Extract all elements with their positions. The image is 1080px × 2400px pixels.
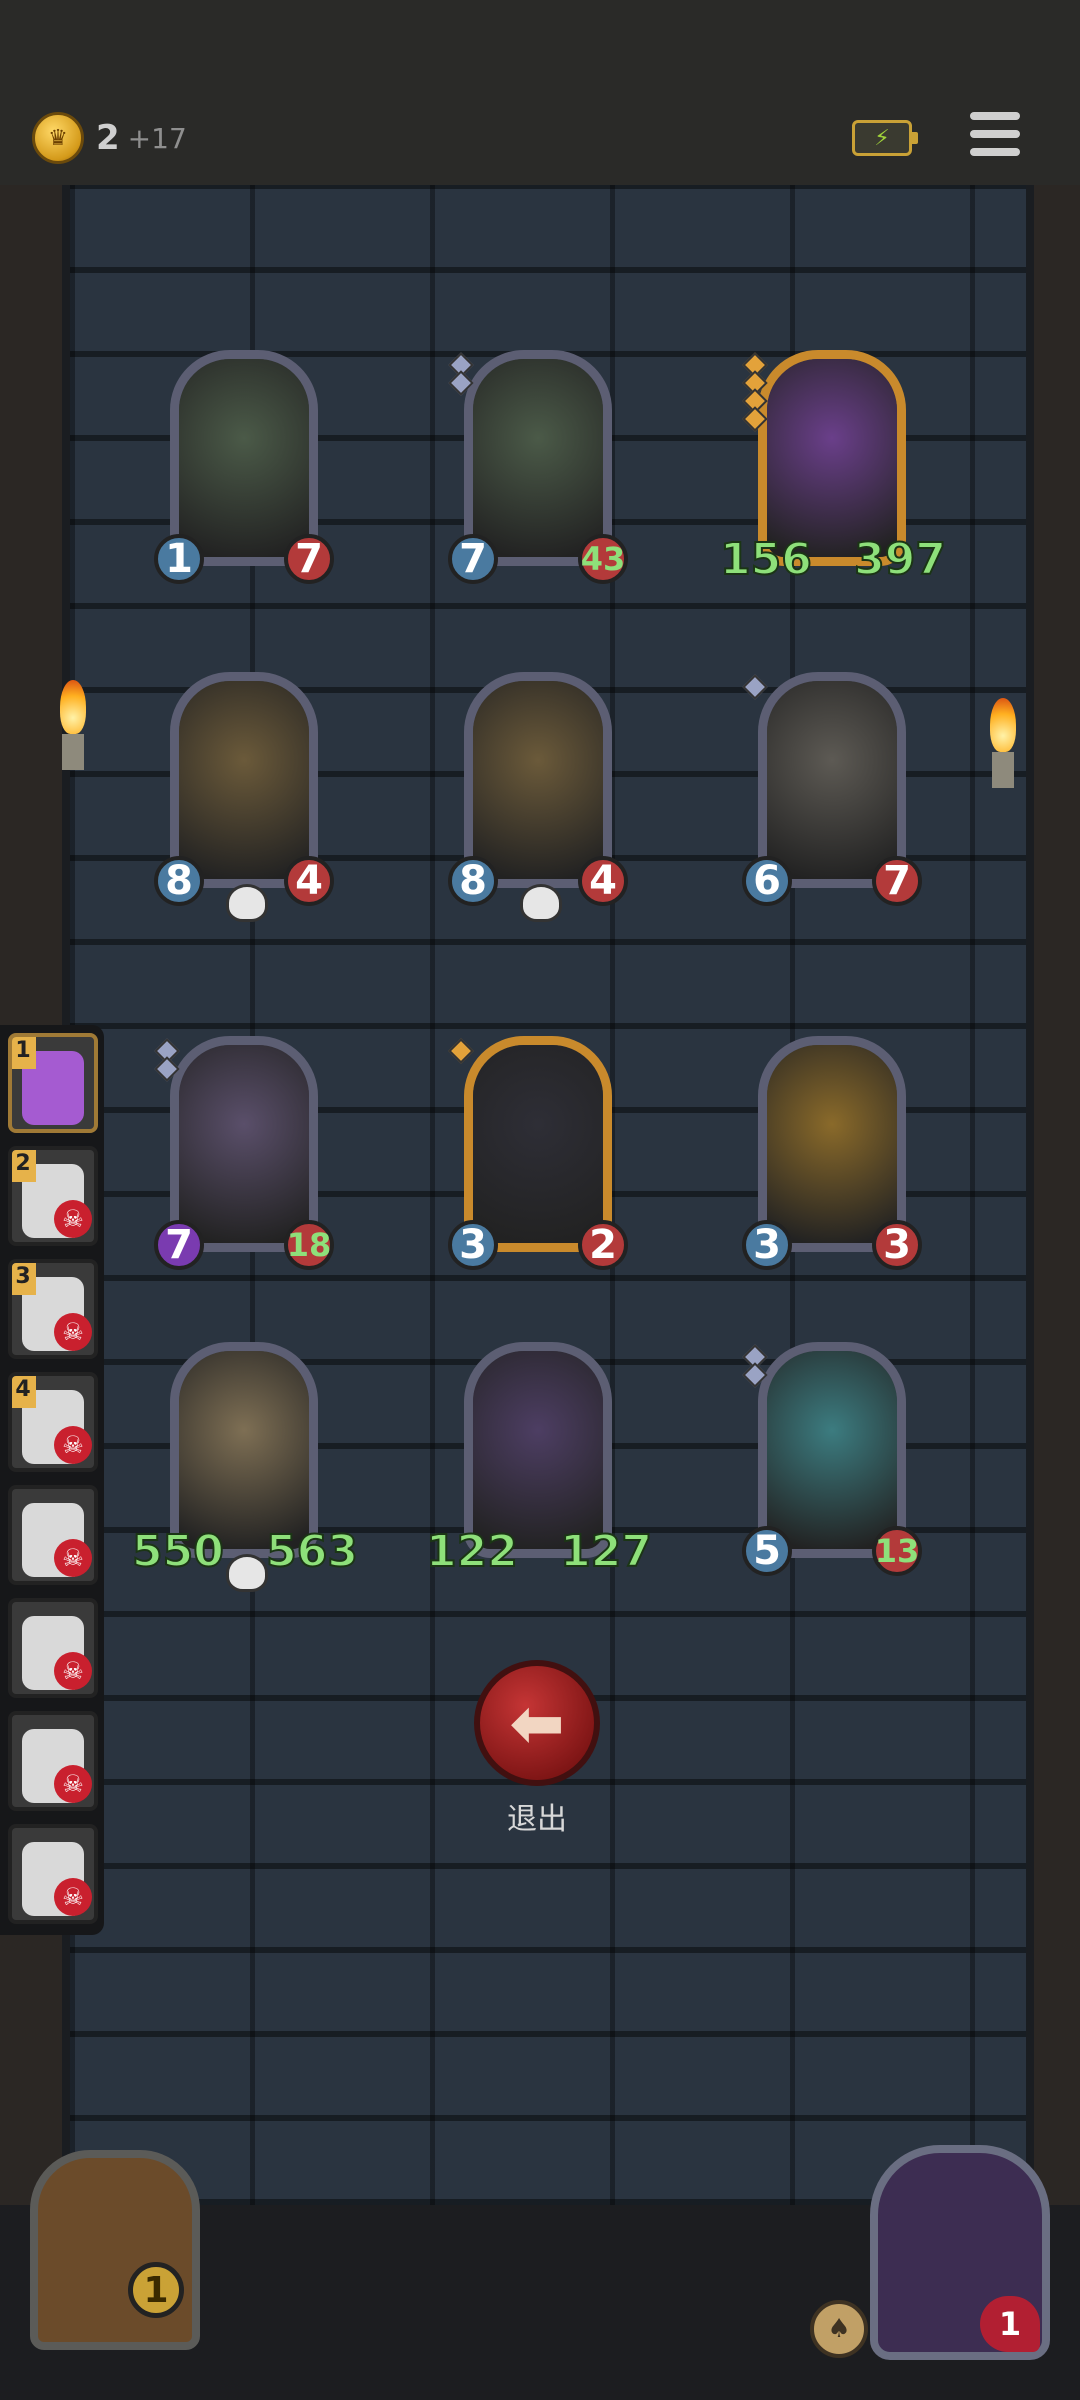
venom-dragon-portrait: [473, 1351, 603, 1549]
health-stat: 7: [872, 856, 922, 906]
hooded-necromancer-portrait: [473, 1045, 603, 1243]
attack-stat: 5: [742, 1526, 792, 1576]
card-frame: [170, 672, 318, 888]
minion-card-bone-dragon[interactable]: 550 563: [131, 1342, 359, 1592]
minion-card-ghost-captain[interactable]: 156 397: [719, 350, 947, 586]
minion-card-hooded-necromancer[interactable]: 32: [448, 1036, 628, 1270]
eliminated-skull-icon: ☠: [54, 1426, 92, 1464]
player-rank-slot[interactable]: ☠: [8, 1711, 98, 1811]
minion-card-shadow-dragon[interactable]: 7 18: [154, 1036, 334, 1270]
player-rank-slot[interactable]: 1: [8, 1033, 98, 1133]
top-bar: ♛ 2 +17 ⚡: [0, 0, 1080, 189]
health-stat: 4: [578, 856, 628, 906]
card-frame: [170, 1036, 318, 1252]
flame-demon-portrait: [767, 1045, 897, 1243]
attack-stat: 7: [154, 1220, 204, 1270]
card-frame: [758, 1342, 906, 1558]
rank-badge: 3: [12, 1263, 36, 1295]
torch-icon: [58, 680, 88, 770]
player-rank-slot[interactable]: 2 ☠: [8, 1146, 98, 1246]
exit-label: 退出: [507, 1802, 567, 1837]
minion-card-clockwork-beast[interactable]: 84: [448, 672, 628, 922]
treasure-chest-icon[interactable]: [30, 2150, 200, 2350]
player-rank-slot[interactable]: 4 ☠: [8, 1372, 98, 1472]
attack-stat: 122: [425, 1525, 519, 1578]
minion-card-venom-dragon[interactable]: 122 127: [425, 1342, 653, 1578]
health-stat: 13: [872, 1526, 922, 1576]
skeleton-guard-portrait: [473, 359, 603, 557]
minion-card-airship-bomber[interactable]: 67: [742, 672, 922, 906]
rank-badge: 2: [12, 1150, 36, 1182]
eliminated-skull-icon: ☠: [54, 1652, 92, 1690]
player-rank-slot[interactable]: 3 ☠: [8, 1259, 98, 1359]
gold-income: +17: [127, 121, 187, 155]
health-stat: 7: [284, 534, 334, 584]
gold-display: ♛ 2 +17: [32, 112, 187, 164]
card-frame: [758, 672, 906, 888]
eliminated-skull-icon: ☠: [54, 1313, 92, 1351]
airship-bomber-portrait: [767, 681, 897, 879]
player-rank-slot[interactable]: ☠: [8, 1485, 98, 1585]
battery-charging-icon: ⚡: [852, 120, 918, 156]
arrow-left-icon: ⬅: [509, 1684, 565, 1762]
minion-card-spectral-wizard[interactable]: 5 13: [742, 1342, 922, 1576]
acorn-token-icon[interactable]: ♠: [810, 2300, 868, 2358]
attack-stat: 1: [154, 534, 204, 584]
gold-count: 2: [96, 118, 120, 158]
health-stat: 563: [265, 1525, 359, 1578]
skull-icon: [226, 884, 268, 922]
eliminated-skull-icon: ☠: [54, 1200, 92, 1238]
health-stat: 4: [284, 856, 334, 906]
skeleton-guard-portrait: [179, 359, 309, 557]
card-frame: [464, 1036, 612, 1252]
player-rank-slot[interactable]: ☠: [8, 1824, 98, 1924]
hero-health-heart: 1: [980, 2296, 1040, 2352]
card-frame: [464, 672, 612, 888]
minion-card-skeleton-guard[interactable]: 17: [154, 350, 334, 584]
eliminated-skull-icon: ☠: [54, 1765, 92, 1803]
crown-coin-icon: ♛: [32, 112, 84, 164]
minion-card-flame-demon[interactable]: 33: [742, 1036, 922, 1270]
ghost-captain-portrait: [767, 359, 897, 557]
attack-stat: 3: [742, 1220, 792, 1270]
attack-stat: 550: [131, 1525, 225, 1578]
hamburger-menu-icon[interactable]: [970, 112, 1020, 156]
health-stat: 3: [872, 1220, 922, 1270]
health-stat: 43: [578, 534, 628, 584]
skull-icon: [226, 1554, 268, 1592]
player-rank-slot[interactable]: ☠: [8, 1598, 98, 1698]
card-frame: [464, 350, 612, 566]
shadow-dragon-portrait: [179, 1045, 309, 1243]
attack-stat: 156: [719, 533, 813, 586]
card-frame: [758, 1036, 906, 1252]
attack-stat: 7: [448, 534, 498, 584]
health-stat: 18: [284, 1220, 334, 1270]
health-stat: 127: [559, 1525, 653, 1578]
health-stat: 397: [853, 533, 947, 586]
exit-button[interactable]: ⬅: [474, 1660, 600, 1786]
clockwork-beast-portrait: [473, 681, 603, 879]
minion-card-clockwork-beast[interactable]: 84: [154, 672, 334, 922]
eliminated-skull-icon: ☠: [54, 1878, 92, 1916]
torch-icon: [988, 698, 1018, 788]
minion-card-skeleton-guard[interactable]: 7 43: [448, 350, 628, 584]
rank-badge: 1: [12, 1037, 36, 1069]
spectral-wizard-portrait: [767, 1351, 897, 1549]
attack-stat: 8: [448, 856, 498, 906]
rank-badge: 4: [12, 1376, 36, 1408]
attack-stat: 3: [448, 1220, 498, 1270]
chest-count-badge: 1: [128, 2262, 184, 2318]
skull-icon: [520, 884, 562, 922]
attack-stat: 6: [742, 856, 792, 906]
clockwork-beast-portrait: [179, 681, 309, 879]
bone-dragon-portrait: [179, 1351, 309, 1549]
eliminated-skull-icon: ☠: [54, 1539, 92, 1577]
attack-stat: 8: [154, 856, 204, 906]
health-stat: 2: [578, 1220, 628, 1270]
card-frame: [170, 350, 318, 566]
